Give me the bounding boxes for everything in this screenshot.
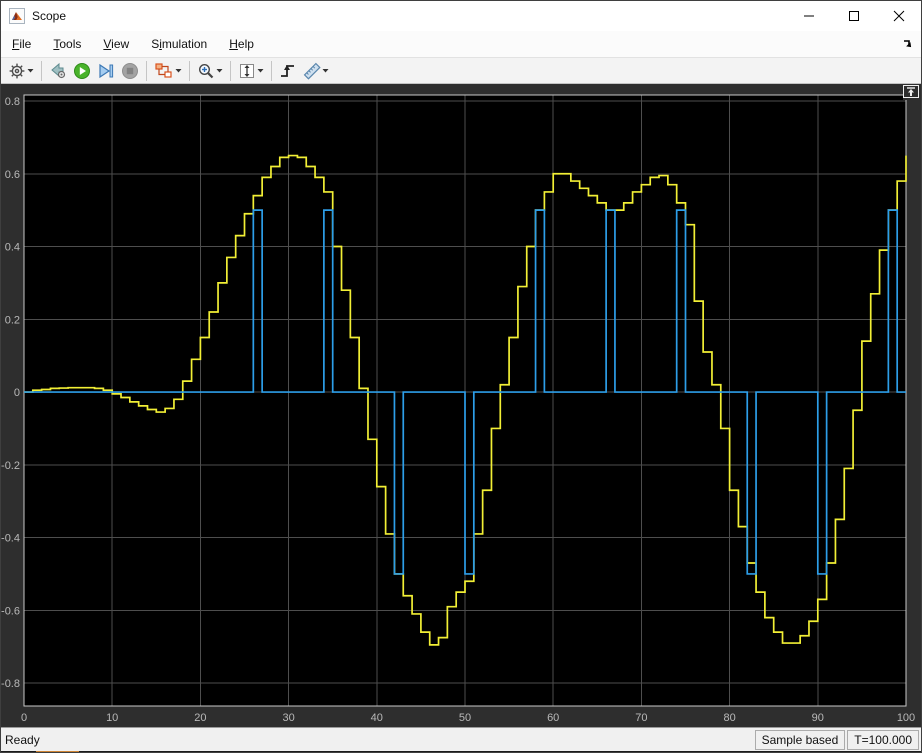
toolbar-separator <box>230 61 231 81</box>
signal-routing-icon <box>154 62 174 80</box>
statusbar: Ready Sample based T=100.000 <box>1 727 921 751</box>
maximize-button[interactable] <box>831 1 876 31</box>
ytick-label: 0.8 <box>5 96 20 108</box>
measurements-button[interactable] <box>301 60 331 82</box>
ytick-label: 0.6 <box>5 169 20 181</box>
menu-overflow-arrow-icon[interactable] <box>902 36 916 50</box>
run-button[interactable] <box>71 60 93 82</box>
menu-item-help[interactable]: Help <box>218 33 265 55</box>
window-title: Scope <box>32 9 66 23</box>
magnifier-plus-icon <box>197 62 215 80</box>
highlight-simulink-block-button[interactable] <box>47 60 69 82</box>
menubar: FileToolsViewSimulationHelp <box>1 31 921 57</box>
xtick-label: 70 <box>635 712 647 724</box>
status-ready: Ready <box>1 733 755 747</box>
close-button[interactable] <box>876 1 921 31</box>
xtick-label: 20 <box>194 712 206 724</box>
toolbar <box>1 57 921 84</box>
menu-item-view[interactable]: View <box>92 33 140 55</box>
ytick-label: 0.4 <box>5 242 20 254</box>
highlight-block-icon <box>49 62 67 80</box>
ytick-label: -0.2 <box>1 460 20 472</box>
chevron-down-icon <box>27 68 34 73</box>
scope-plot[interactable]: 0.8 0.6 0.4 0.2 0 -0.2 -0.4 -0.6 -0.8 0 10 20 30 40 50… <box>1 84 922 727</box>
toolbar-separator <box>41 61 42 81</box>
toolbar-separator <box>146 61 147 81</box>
scale-axes-icon <box>238 62 256 80</box>
step-forward-icon <box>97 62 115 80</box>
window-controls <box>786 1 921 31</box>
run-icon <box>73 62 91 80</box>
xtick-label: 60 <box>547 712 559 724</box>
scope-window: Scope FileToolsViewSimulationHelp <box>0 0 922 753</box>
chevron-down-icon <box>322 68 329 73</box>
zoom-button[interactable] <box>195 60 225 82</box>
ytick-label: -0.8 <box>1 678 20 690</box>
menu-item-tools[interactable]: Tools <box>42 33 92 55</box>
maximize-icon <box>848 10 860 22</box>
status-time: T=100.000 <box>847 730 919 750</box>
trigger-icon <box>279 62 297 80</box>
xtick-label: 0 <box>21 712 27 724</box>
ruler-icon <box>303 62 321 80</box>
titlebar: Scope <box>1 1 921 31</box>
xtick-label: 10 <box>106 712 118 724</box>
trigger-button[interactable] <box>277 60 299 82</box>
stop-button[interactable] <box>119 60 141 82</box>
toolbar-separator <box>189 61 190 81</box>
ytick-label: 0.2 <box>5 314 20 326</box>
signal-routing-button[interactable] <box>152 60 184 82</box>
expand-axes-button[interactable] <box>903 85 921 100</box>
settings-button[interactable] <box>6 60 36 82</box>
xtick-label: 40 <box>371 712 383 724</box>
status-sample-mode: Sample based <box>755 730 846 750</box>
chevron-down-icon <box>216 68 223 73</box>
xtick-label: 80 <box>723 712 735 724</box>
stop-icon <box>121 62 139 80</box>
toolbar-separator <box>271 61 272 81</box>
ytick-label: -0.4 <box>1 533 20 545</box>
gear-icon <box>8 62 26 80</box>
ytick-label: -0.6 <box>1 605 20 617</box>
scope-figure-area[interactable]: 0.8 0.6 0.4 0.2 0 -0.2 -0.4 -0.6 -0.8 0 10 20 30 40 50… <box>1 84 922 727</box>
scale-axes-button[interactable] <box>236 60 266 82</box>
xtick-label: 100 <box>897 712 915 724</box>
step-forward-button[interactable] <box>95 60 117 82</box>
close-icon <box>893 10 905 22</box>
scope-app-icon <box>9 8 25 24</box>
minimize-button[interactable] <box>786 1 831 31</box>
chevron-down-icon <box>257 68 264 73</box>
xtick-label: 50 <box>459 712 471 724</box>
xtick-label: 90 <box>812 712 824 724</box>
menu-item-file[interactable]: File <box>1 33 42 55</box>
minimize-icon <box>803 10 815 22</box>
chevron-down-icon <box>175 68 182 73</box>
menu-item-simulation[interactable]: Simulation <box>140 33 218 55</box>
ytick-label: 0 <box>14 387 20 399</box>
xtick-label: 30 <box>282 712 294 724</box>
arrow-up-to-bar-icon <box>903 85 919 98</box>
